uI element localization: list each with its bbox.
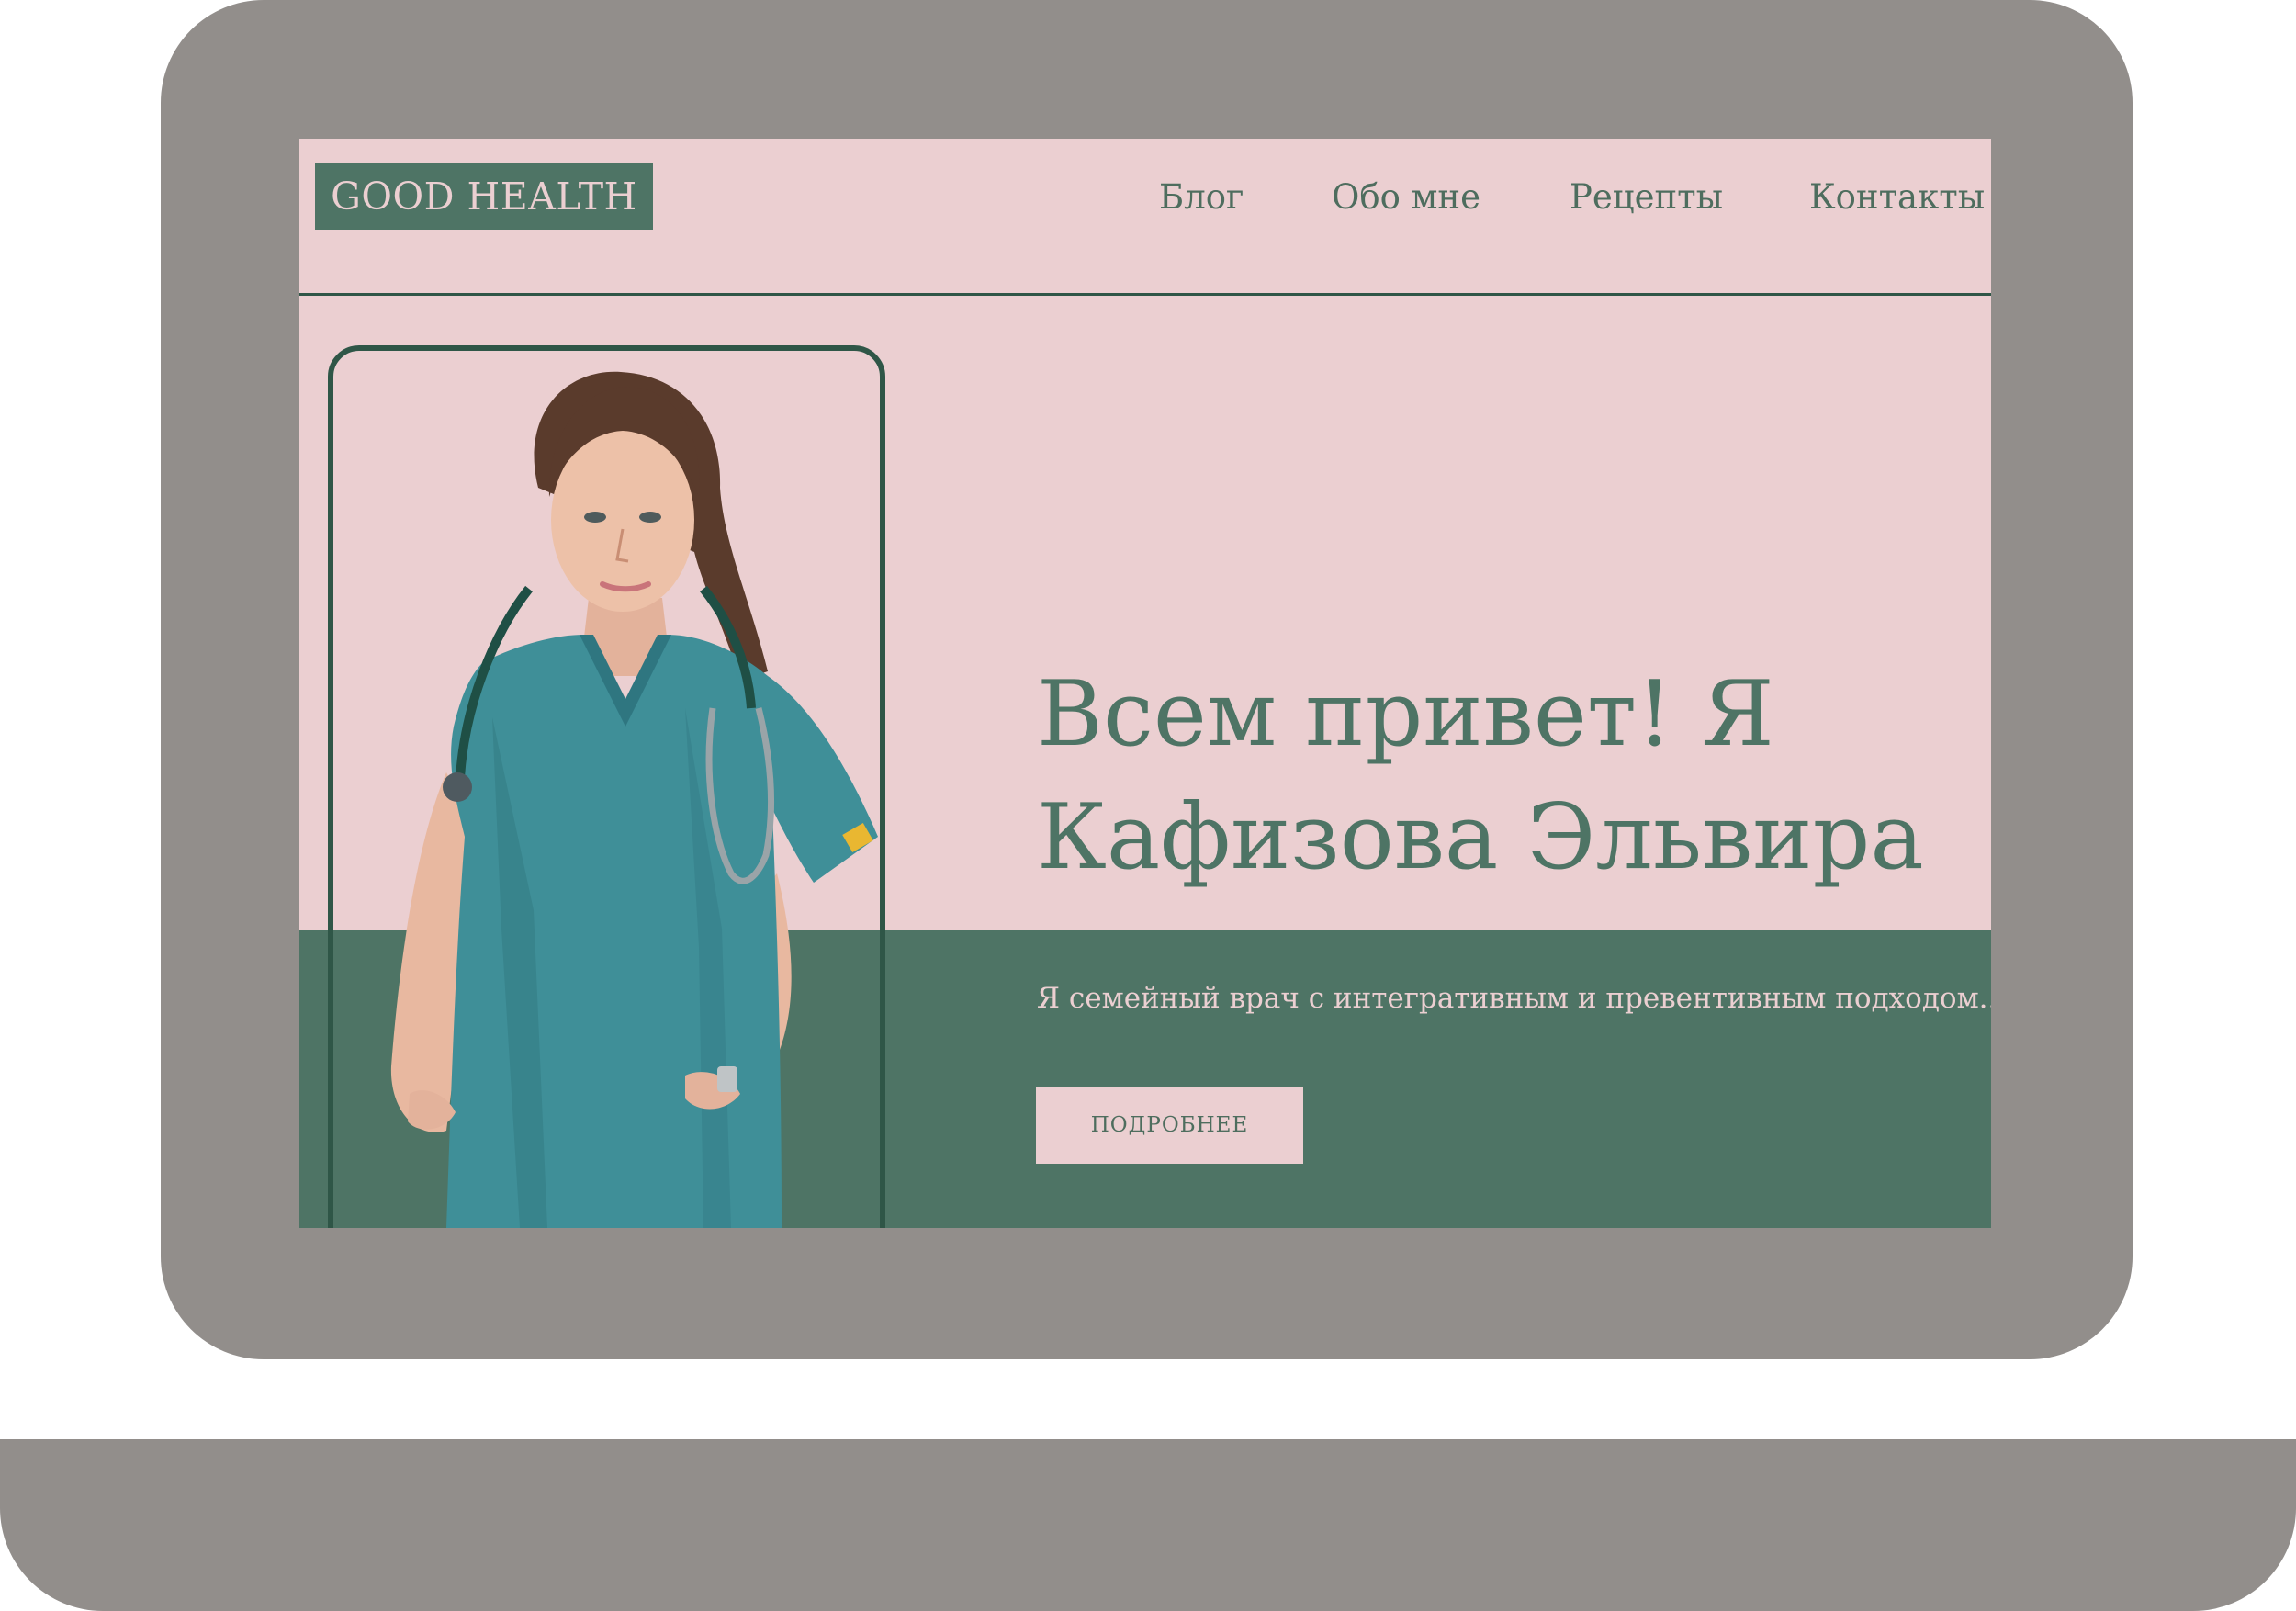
nav-link-about[interactable]: Обо мне [1332,177,1480,217]
laptop-base [0,1439,2296,1611]
hero-headline-line1: Всем привет! Я [1037,662,1774,767]
hero-headline-line2: Кафизова Эльвира [1037,785,1924,890]
nav-link-contacts[interactable]: Контакты [1809,177,1985,217]
site-logo[interactable]: GOOD HEALTH [315,163,653,230]
site-header: GOOD HEALTH Блог Обо мне Рецепты Контакт… [299,139,1991,296]
doctor-portrait-image [390,371,878,1228]
more-button[interactable]: ПОДРОБНЕЕ [1036,1087,1303,1164]
nav-link-blog[interactable]: Блог [1159,177,1244,217]
hero-headline: Всем привет! Я Кафизова Эльвира [1037,653,1974,899]
hero-subtitle: Я семейный врач с интегративным и превен… [1037,982,1991,1015]
website-screen: GOOD HEALTH Блог Обо мне Рецепты Контакт… [299,139,1991,1228]
nav-link-recipes[interactable]: Рецепты [1570,177,1723,217]
